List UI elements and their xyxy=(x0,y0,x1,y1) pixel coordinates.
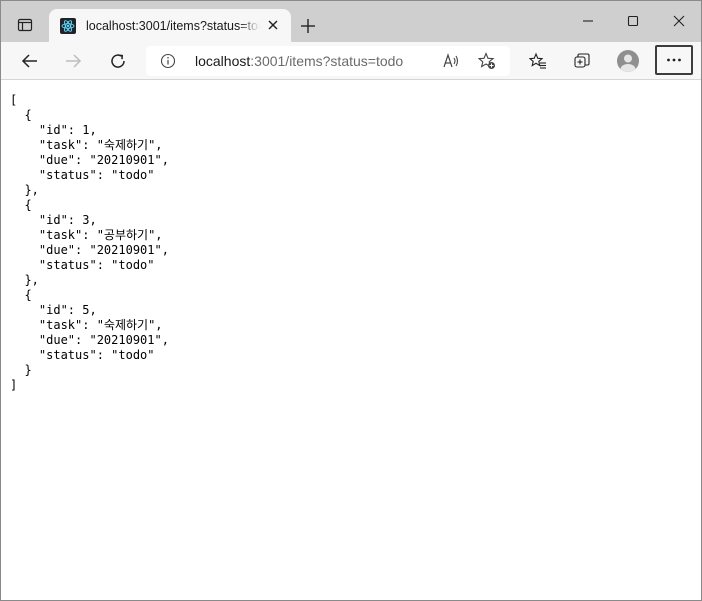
browser-window: localhost:3001/items?status=todo localho… xyxy=(0,0,702,601)
favorites-icon[interactable] xyxy=(523,46,553,76)
url-path: :3001/items?status=todo xyxy=(250,53,404,69)
close-icon[interactable] xyxy=(265,17,281,33)
info-icon[interactable] xyxy=(160,53,176,69)
profile-icon[interactable] xyxy=(617,50,639,72)
url-text[interactable]: localhost:3001/items?status=todo xyxy=(195,53,403,69)
read-aloud-icon[interactable] xyxy=(441,51,461,71)
json-response: [ { "id": 1, "task": "숙제하기", "due": "202… xyxy=(10,93,169,392)
back-arrow-icon[interactable] xyxy=(15,46,45,76)
more-icon[interactable] xyxy=(655,45,693,75)
add-favorite-icon[interactable] xyxy=(477,51,497,71)
url-host: localhost xyxy=(195,53,251,69)
maximize-icon[interactable] xyxy=(610,5,656,37)
tab-actions-icon[interactable] xyxy=(11,11,39,39)
refresh-icon[interactable] xyxy=(103,46,133,76)
address-bar[interactable]: localhost:3001/items?status=todo xyxy=(146,46,510,76)
minimize-icon[interactable] xyxy=(565,5,611,37)
tab-strip: localhost:3001/items?status=todo xyxy=(1,1,701,42)
toolbar: localhost:3001/items?status=todo xyxy=(1,42,701,80)
forward-arrow-icon[interactable] xyxy=(58,46,88,76)
react-icon xyxy=(60,17,76,34)
collections-icon[interactable] xyxy=(567,46,597,76)
close-window-icon[interactable] xyxy=(656,5,701,37)
tab-active[interactable]: localhost:3001/items?status=todo xyxy=(49,9,291,42)
plus-icon[interactable] xyxy=(295,13,321,39)
page-content: [ { "id": 1, "task": "숙제하기", "due": "202… xyxy=(1,81,701,600)
tab-title: localhost:3001/items?status=todo xyxy=(86,18,260,33)
